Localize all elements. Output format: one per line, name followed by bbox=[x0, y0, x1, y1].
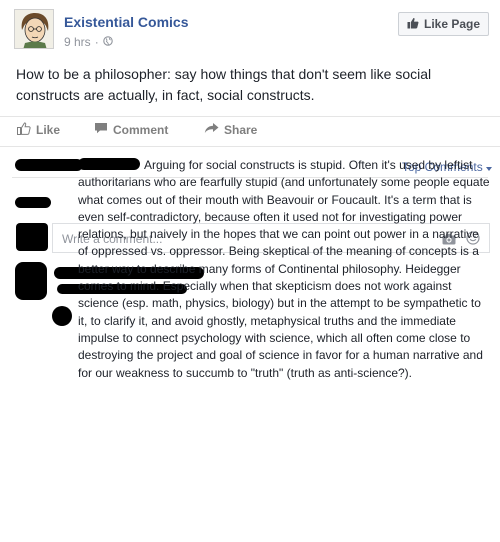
like-page-button[interactable]: Like Page bbox=[398, 12, 489, 36]
comment-label: Comment bbox=[113, 122, 169, 137]
redacted-commenter-avatar bbox=[15, 262, 47, 300]
redacted-user-avatar bbox=[16, 223, 48, 251]
page-avatar[interactable] bbox=[14, 9, 54, 49]
share-label: Share bbox=[224, 122, 258, 137]
post-timestamp[interactable]: 9 hrs bbox=[64, 35, 91, 49]
globe-icon bbox=[102, 35, 113, 49]
post-body-text: How to be a philosopher: say how things … bbox=[16, 66, 432, 103]
redacted-reply-avatar bbox=[52, 306, 72, 326]
reply-comment: Arguing for social constructs is stupid.… bbox=[78, 157, 490, 382]
post-actions-bar: Like Comment Share bbox=[0, 116, 500, 146]
redacted-previous-comments-link bbox=[15, 197, 51, 208]
thumbs-up-icon bbox=[407, 17, 419, 32]
redacted-likers bbox=[15, 159, 83, 171]
like-label: Like bbox=[36, 123, 61, 137]
share-action-button[interactable]: Share bbox=[204, 122, 257, 137]
post-header: Existential Comics 9 hrs · Like Page bbox=[0, 0, 500, 62]
reply-comment-text: Arguing for social constructs is stupid.… bbox=[78, 158, 490, 380]
like-page-label: Like Page bbox=[423, 17, 481, 31]
avatar-drawing bbox=[15, 10, 53, 48]
like-action-button[interactable]: Like bbox=[17, 122, 60, 138]
comment-action-button[interactable]: Comment bbox=[94, 122, 168, 137]
post-meta: 9 hrs · bbox=[64, 35, 113, 49]
redacted-reply-author bbox=[78, 158, 140, 170]
comment-bubble-icon bbox=[94, 122, 108, 137]
thumbs-up-icon bbox=[17, 122, 31, 138]
meta-dot: · bbox=[94, 35, 99, 49]
share-arrow-icon bbox=[204, 122, 219, 137]
page-name-link[interactable]: Existential Comics bbox=[64, 14, 189, 30]
